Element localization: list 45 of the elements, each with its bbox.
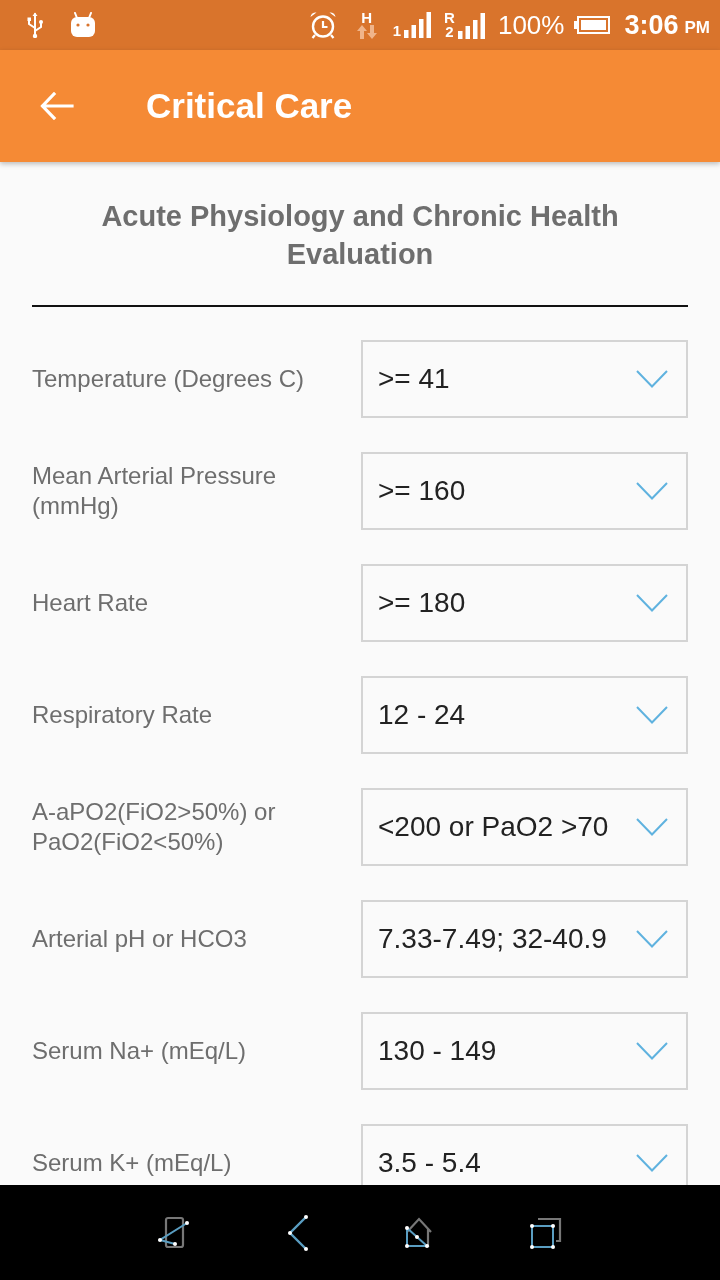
field-label: Heart Rate [32, 588, 150, 618]
signal-bars-icon [457, 13, 486, 39]
chevron-down-icon [636, 706, 668, 724]
chevron-down-icon [636, 818, 668, 836]
clock-time: 3:06 [624, 9, 679, 41]
dropdown[interactable]: 130 - 149 [361, 1012, 688, 1090]
signal-bars-icon [404, 12, 433, 38]
field-label: A-aPO2(FiO2>50%) or PaO2(FiO2<50%) [32, 797, 277, 857]
battery-icon [574, 16, 611, 34]
field-label: Arterial pH or HCO3 [32, 924, 248, 954]
chevron-down-icon [636, 1154, 668, 1172]
dropdown[interactable]: >= 160 [361, 452, 688, 530]
dropdown[interactable]: >= 180 [361, 564, 688, 642]
roaming-label: R [444, 11, 455, 25]
field-label: Temperature (Degrees C) [32, 364, 306, 394]
chevron-down-icon [636, 594, 668, 612]
alarm-clock-icon [308, 11, 337, 39]
app-title: Critical Care [146, 86, 353, 126]
field-label: Mean Arterial Pressure (mmHg) [32, 461, 278, 521]
sim-label: 2 [445, 25, 454, 39]
rotate-phone-icon[interactable] [157, 1215, 192, 1250]
dropdown[interactable]: 12 - 24 [361, 676, 688, 754]
field-label: Serum K+ (mEq/L) [32, 1148, 233, 1178]
recent-apps-icon[interactable] [528, 1215, 563, 1250]
chevron-down-icon [636, 482, 668, 500]
dropdown[interactable]: <200 or PaO2 >70 [361, 788, 688, 866]
back-arrow-icon [40, 92, 74, 120]
clock-period: PM [684, 18, 710, 38]
dropdown[interactable]: 3.5 - 5.4 [361, 1124, 688, 1185]
back-icon[interactable] [286, 1214, 309, 1251]
chevron-down-icon [636, 930, 668, 948]
data-arrows-icon [356, 25, 377, 39]
chevron-down-icon [636, 370, 668, 388]
dropdown[interactable]: 7.33-7.49; 32-40.9 [361, 900, 688, 978]
sim-label: 1 [392, 24, 402, 38]
field-label: Serum Na+ (mEq/L) [32, 1036, 248, 1066]
robot-head-icon [70, 12, 96, 38]
dropdown[interactable]: >= 41 [361, 340, 688, 418]
home-icon[interactable] [403, 1216, 434, 1249]
field-label: Respiratory Rate [32, 700, 214, 730]
battery-percent: 100% [497, 9, 565, 41]
chevron-down-icon [636, 1042, 668, 1060]
usb-icon [25, 12, 45, 38]
network-type-label: H [361, 11, 373, 25]
form-title: Acute Physiology and Chronic Health Evaluation [100, 199, 620, 272]
